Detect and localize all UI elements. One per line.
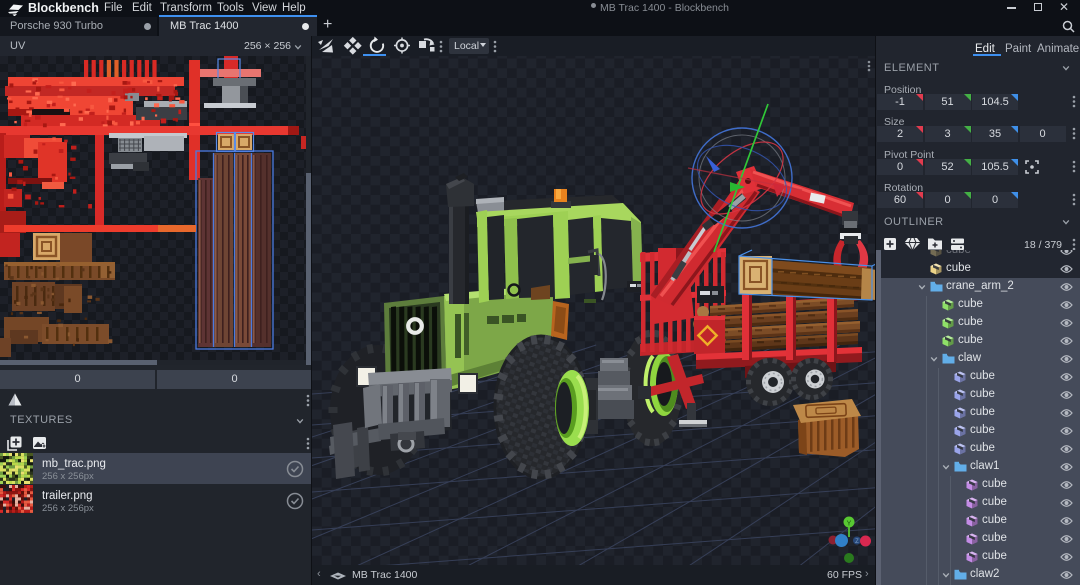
- svg-text:Z: Z: [855, 539, 859, 545]
- svg-text:Y: Y: [847, 521, 852, 528]
